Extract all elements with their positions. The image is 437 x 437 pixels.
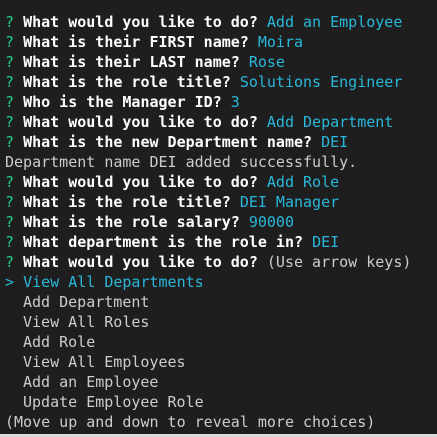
prompt-symbol: ? — [5, 253, 15, 271]
pointer-icon: > — [5, 273, 15, 291]
question-text: Who is the Manager ID? — [23, 93, 222, 111]
choice-list-item[interactable]: View All Roles — [5, 312, 437, 332]
question-text: What would you like to do? — [23, 253, 258, 271]
choice-list-item[interactable]: View All Employees — [5, 352, 437, 372]
answer-text: 3 — [230, 93, 240, 111]
history-line: ? Who is the Manager ID? 3 — [5, 92, 437, 112]
question-text: What would you like to do? — [23, 13, 258, 31]
question-text: What would you like to do? — [23, 173, 258, 191]
answer-text: Add Department — [266, 113, 394, 131]
answer-text: Solutions Engineer — [239, 73, 403, 91]
prompt-symbol: ? — [5, 13, 15, 31]
prompt-symbol: ? — [5, 193, 15, 211]
choice-list-item[interactable]: Update Employee Role — [5, 392, 437, 412]
choice-label[interactable]: View All Departments — [23, 273, 204, 291]
history-line: ? What is the role title? Solutions Engi… — [5, 72, 437, 92]
history-line: ? What department is the role in? DEI — [5, 232, 437, 252]
answer-text: Moira — [257, 33, 304, 51]
prompt-symbol: ? — [5, 33, 15, 51]
history-line: ? What is their FIRST name? Moira — [5, 32, 437, 52]
choice-list-item[interactable]: Add Role — [5, 332, 437, 352]
prompt-symbol: ? — [5, 93, 15, 111]
answer-text: Rose — [248, 53, 285, 71]
answer-text: DEI — [312, 233, 340, 251]
prompt-symbol: ? — [5, 133, 15, 151]
history-line: ? What would you like to do? Add Departm… — [5, 112, 437, 132]
terminal-window[interactable]: ? What would you like to do? Add an Empl… — [0, 0, 437, 437]
question-text: What is their LAST name? — [23, 53, 240, 71]
prompt-symbol: ? — [5, 73, 15, 91]
question-text: What is the new Department name? — [23, 133, 313, 151]
prompt-symbol: ? — [5, 213, 15, 231]
question-text: What is the role salary? — [23, 213, 240, 231]
history-line: ? What is the role salary? 90000 — [5, 212, 437, 232]
prompt-symbol: ? — [5, 233, 15, 251]
footer-hint: (Move up and down to reveal more choices… — [5, 413, 376, 431]
history-line: ? What is their LAST name? Rose — [5, 52, 437, 72]
prompt-symbol: ? — [5, 53, 15, 71]
question-text: What would you like to do? — [23, 113, 258, 131]
choice-list-item[interactable]: Add an Employee — [5, 372, 437, 392]
choice-list-item[interactable]: Add Department — [5, 292, 437, 312]
success-message: Department name DEI added successfully. — [5, 153, 358, 171]
prompt-symbol: ? — [5, 173, 15, 191]
answer-text: Add an Employee — [266, 13, 403, 31]
question-text: What is their FIRST name? — [23, 33, 249, 51]
choice-list-item-selected[interactable]: > View All Departments — [5, 272, 437, 292]
answer-text: Add Role — [266, 173, 340, 191]
answer-text: DEI — [321, 133, 349, 151]
history-line: ? What would you like to do? Add Role — [5, 172, 437, 192]
question-text: What is the role title? — [23, 193, 231, 211]
history-line: ? What would you like to do? Add an Empl… — [5, 12, 437, 32]
history-line: ? What is the new Department name? DEI — [5, 132, 437, 152]
question-text: What is the role title? — [23, 73, 231, 91]
prompt-symbol: ? — [5, 113, 15, 131]
prompt-hint: (Use arrow keys) — [266, 253, 412, 271]
history-line: ? What is the role title? DEI Manager — [5, 192, 437, 212]
question-text: What department is the role in? — [23, 233, 304, 251]
answer-text: 90000 — [248, 213, 294, 231]
answer-text: DEI Manager — [239, 193, 340, 211]
current-prompt: ? What would you like to do? (Use arrow … — [5, 252, 437, 272]
